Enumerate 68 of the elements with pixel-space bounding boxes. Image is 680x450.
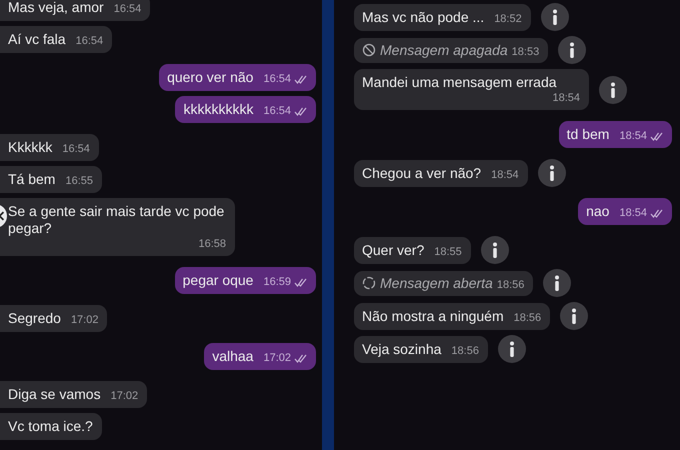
info-button[interactable]: [480, 236, 509, 264]
info-button[interactable]: [538, 159, 566, 187]
message-text: Tá bem: [8, 171, 56, 188]
chevron-left-icon: [0, 211, 5, 221]
message-text: Mensagem aberta: [380, 274, 493, 292]
message-text: nao: [586, 203, 610, 220]
message-text: pegar oque: [182, 272, 254, 289]
timestamp: 17:02: [70, 313, 98, 327]
blocked-icon: [362, 43, 376, 57]
message-text: Mandei uma mensagem errada: [362, 74, 557, 91]
dashed-circle-icon: [362, 276, 376, 290]
timestamp: 18:54: [491, 168, 519, 182]
message-text: Mas vc não pode ...: [362, 8, 484, 26]
timestamp: 18:56: [514, 310, 542, 324]
timestamp: 16:54: [263, 104, 307, 118]
timestamp: 16:54: [76, 34, 104, 48]
info-button[interactable]: [558, 36, 586, 64]
message-text: Mas veja, amor: [8, 0, 104, 16]
info-icon: [548, 165, 555, 181]
timestamp: 16:55: [65, 174, 93, 188]
timestamp: 16:58: [198, 237, 226, 251]
double-check-icon: [294, 278, 307, 286]
message-text: Segredo: [8, 310, 61, 327]
message-text: quero ver não: [167, 69, 254, 86]
info-button[interactable]: [560, 302, 588, 330]
message-text: Quer ver?: [362, 242, 424, 258]
timestamp: 18:54: [619, 129, 663, 143]
message-text: kkkkkkkkkk: [183, 101, 254, 118]
timestamp: 16:54: [263, 72, 307, 86]
message-text: Diga se vamos: [8, 386, 101, 403]
double-check-icon: [650, 132, 663, 140]
timestamp: 17:02: [110, 389, 138, 403]
timestamp: 18:56: [451, 344, 479, 358]
info-icon: [508, 341, 515, 357]
info-icon: [552, 9, 558, 25]
info-button[interactable]: [543, 269, 572, 297]
timestamp: 18:55: [434, 244, 462, 258]
message-text: td bem: [566, 126, 610, 143]
timestamp: 18:56: [496, 278, 524, 292]
message-text: Se a gente sair mais tarde vc pode pegar?: [8, 203, 226, 237]
double-check-icon: [650, 208, 663, 218]
info-icon: [571, 308, 578, 324]
timestamp: 18:54: [619, 206, 663, 220]
double-check-icon: [294, 354, 307, 362]
info-button[interactable]: [599, 76, 627, 104]
message-text: Vc toma ice.?: [8, 418, 93, 435]
message-text: Kkkkkk: [8, 139, 52, 156]
message-text: Aí vc fala: [8, 31, 66, 48]
timestamp: 18:52: [494, 12, 522, 26]
info-button[interactable]: [498, 335, 526, 363]
double-check-icon: [294, 106, 307, 116]
message-text: Mensagem apagada: [380, 42, 508, 58]
info-icon: [554, 275, 560, 291]
timestamp: 18:54: [552, 91, 580, 105]
info-button[interactable]: [540, 3, 569, 31]
message-text: Veja sozinha: [362, 340, 442, 358]
message-text: Chegou a ver não?: [362, 164, 482, 182]
info-icon: [569, 42, 576, 58]
timestamp: 17:02: [263, 351, 307, 365]
message-text: valhaa: [212, 348, 254, 365]
timestamp: 18:53: [512, 44, 540, 58]
timestamp: 16:54: [62, 142, 90, 156]
timestamp: 16:59: [263, 275, 307, 289]
info-icon: [610, 82, 616, 98]
message-text: Não mostra a ninguém: [362, 308, 504, 324]
double-check-icon: [294, 74, 307, 84]
info-icon: [492, 242, 498, 258]
timestamp: 16:54: [114, 2, 142, 16]
